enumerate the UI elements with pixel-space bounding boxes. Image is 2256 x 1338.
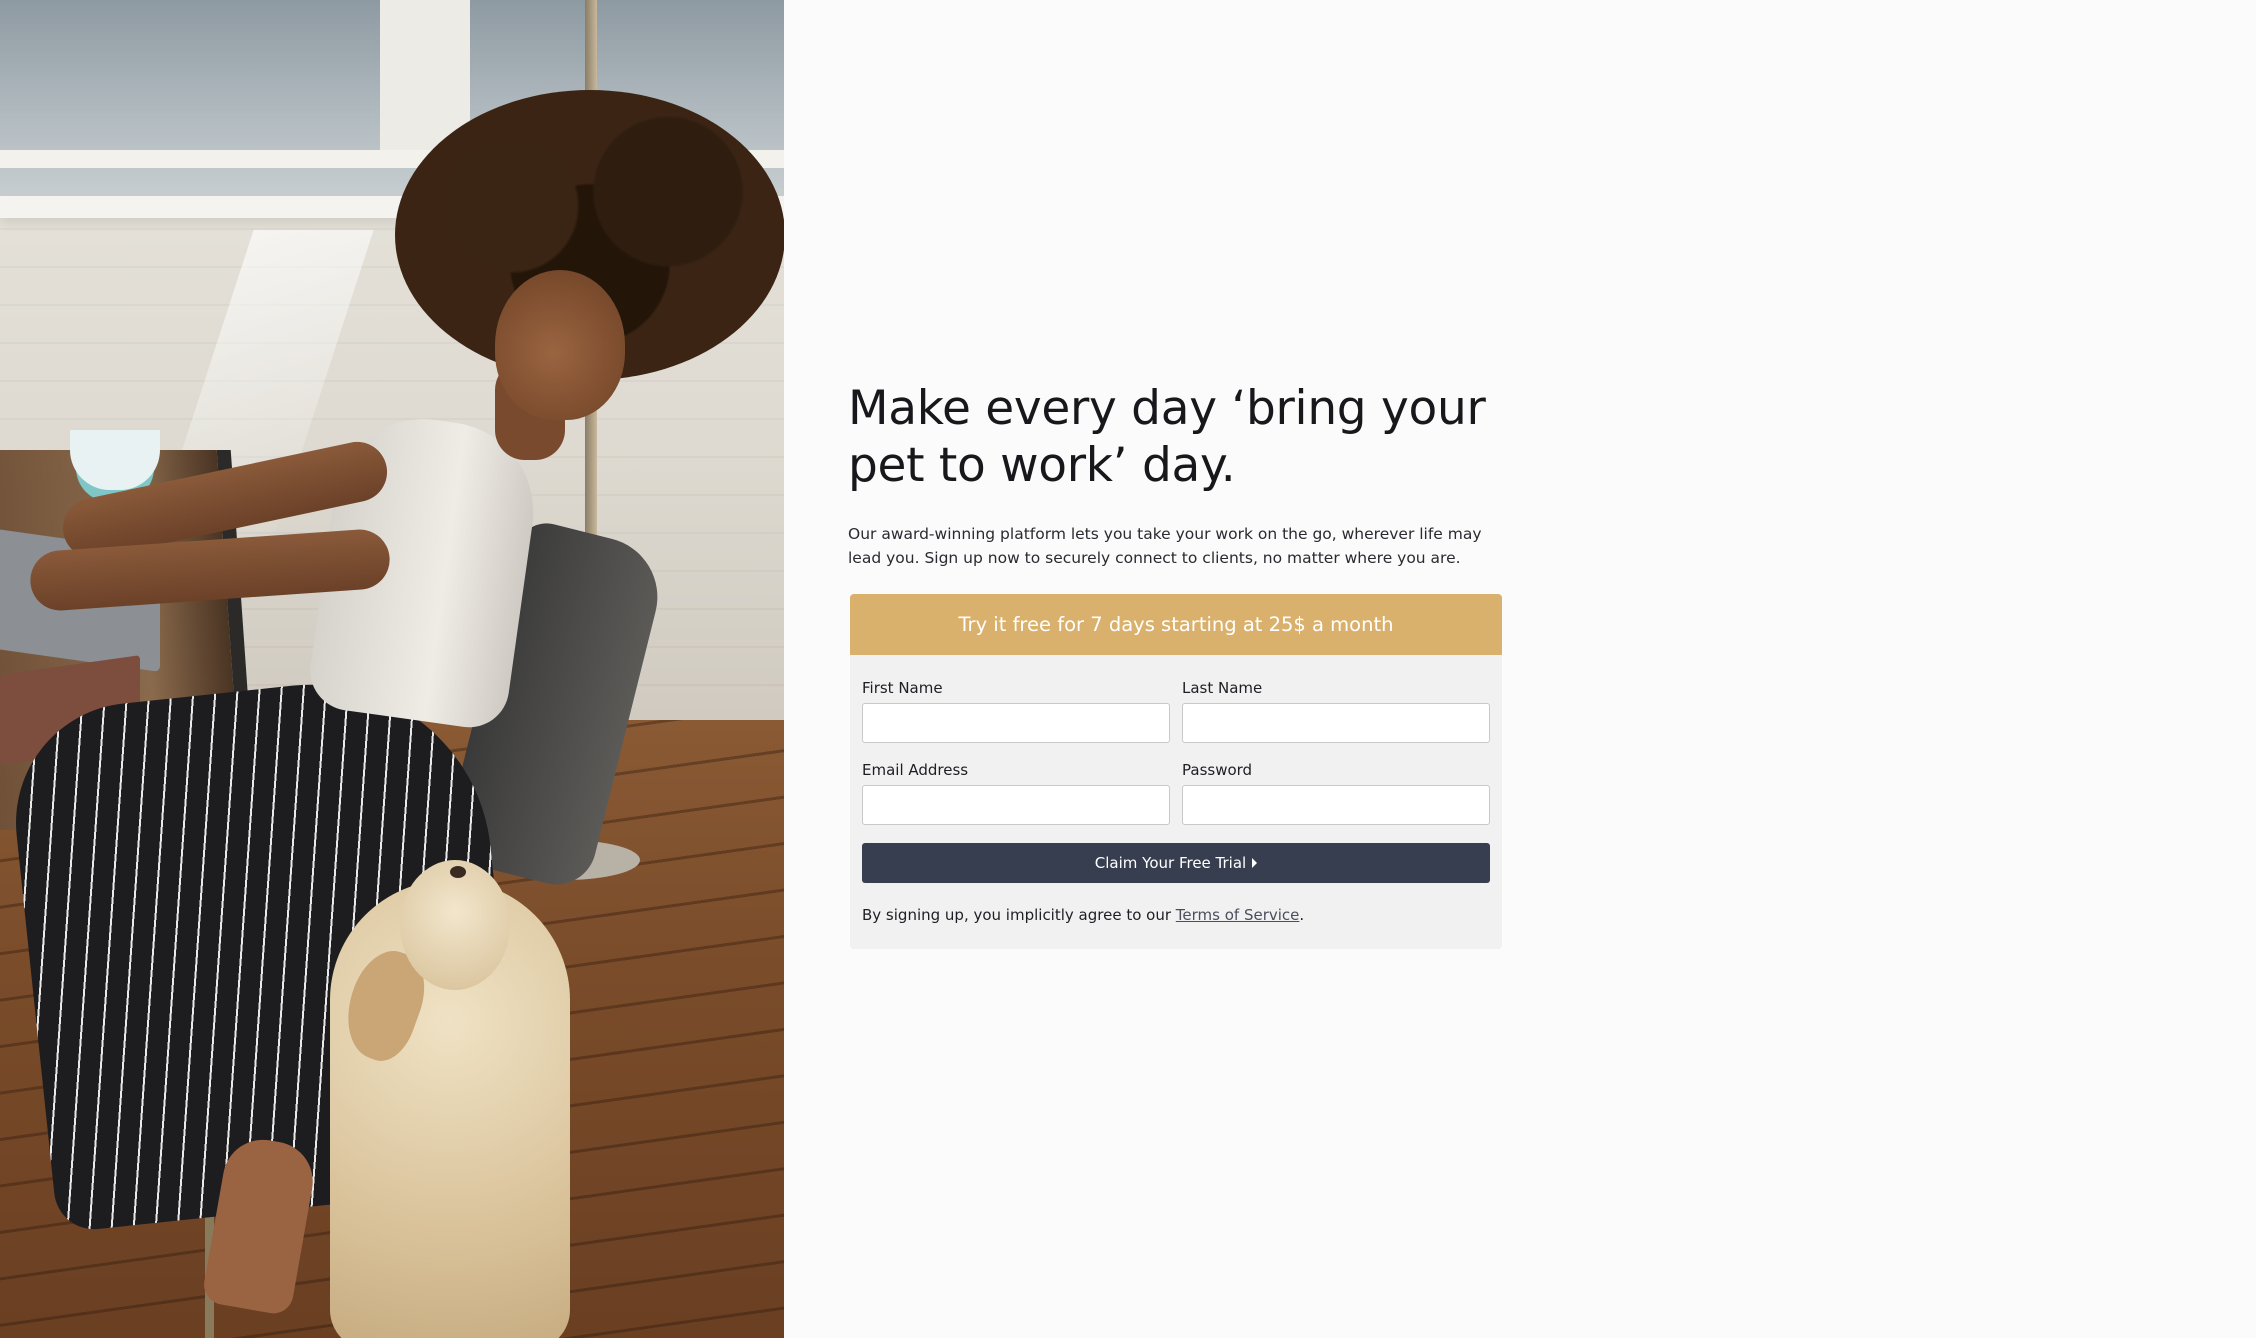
- photo-dog-head: [400, 860, 510, 990]
- photo-person-face: [495, 270, 625, 420]
- photo-dog-nose: [450, 866, 466, 878]
- password-field-group: Password: [1182, 761, 1490, 825]
- email-input[interactable]: [862, 785, 1170, 825]
- hero-photo: [0, 0, 784, 1338]
- terms-prefix: By signing up, you implicitly agree to o…: [862, 906, 1176, 924]
- last-name-field-group: Last Name: [1182, 679, 1490, 743]
- caret-right-icon: [1252, 858, 1258, 868]
- claim-free-trial-button[interactable]: Claim Your Free Trial: [862, 843, 1490, 883]
- password-label: Password: [1182, 761, 1253, 779]
- signup-section: Make every day ‘bring your pet to work’ …: [848, 380, 1504, 949]
- trial-banner: Try it free for 7 days starting at 25$ a…: [850, 594, 1502, 655]
- signup-page: Make every day ‘bring your pet to work’ …: [0, 0, 2256, 1338]
- last-name-input[interactable]: [1182, 703, 1490, 743]
- page-title: Make every day ‘bring your pet to work’ …: [848, 380, 1504, 494]
- terms-of-service-link[interactable]: Terms of Service: [1176, 906, 1300, 924]
- page-title-line: Make every day ‘bring your: [848, 381, 1486, 436]
- page-title-line: pet to work’ day.: [848, 438, 1236, 493]
- signup-card: Try it free for 7 days starting at 25$ a…: [850, 594, 1502, 949]
- first-name-label: First Name: [862, 679, 943, 697]
- first-name-input[interactable]: [862, 703, 1170, 743]
- form-row: Email Address Password: [862, 761, 1490, 825]
- email-label: Email Address: [862, 761, 969, 779]
- email-field-group: Email Address: [862, 761, 1170, 825]
- signup-form: First Name Last Name Email Address Passw…: [850, 655, 1502, 949]
- form-row: First Name Last Name: [862, 679, 1490, 743]
- password-input[interactable]: [1182, 785, 1490, 825]
- last-name-label: Last Name: [1182, 679, 1263, 697]
- terms-suffix: .: [1299, 906, 1305, 924]
- terms-notice: By signing up, you implicitly agree to o…: [862, 905, 1490, 925]
- lead-paragraph: Our award-winning platform lets you take…: [848, 525, 1482, 567]
- claim-free-trial-label: Claim Your Free Trial: [1094, 854, 1247, 872]
- first-name-field-group: First Name: [862, 679, 1170, 743]
